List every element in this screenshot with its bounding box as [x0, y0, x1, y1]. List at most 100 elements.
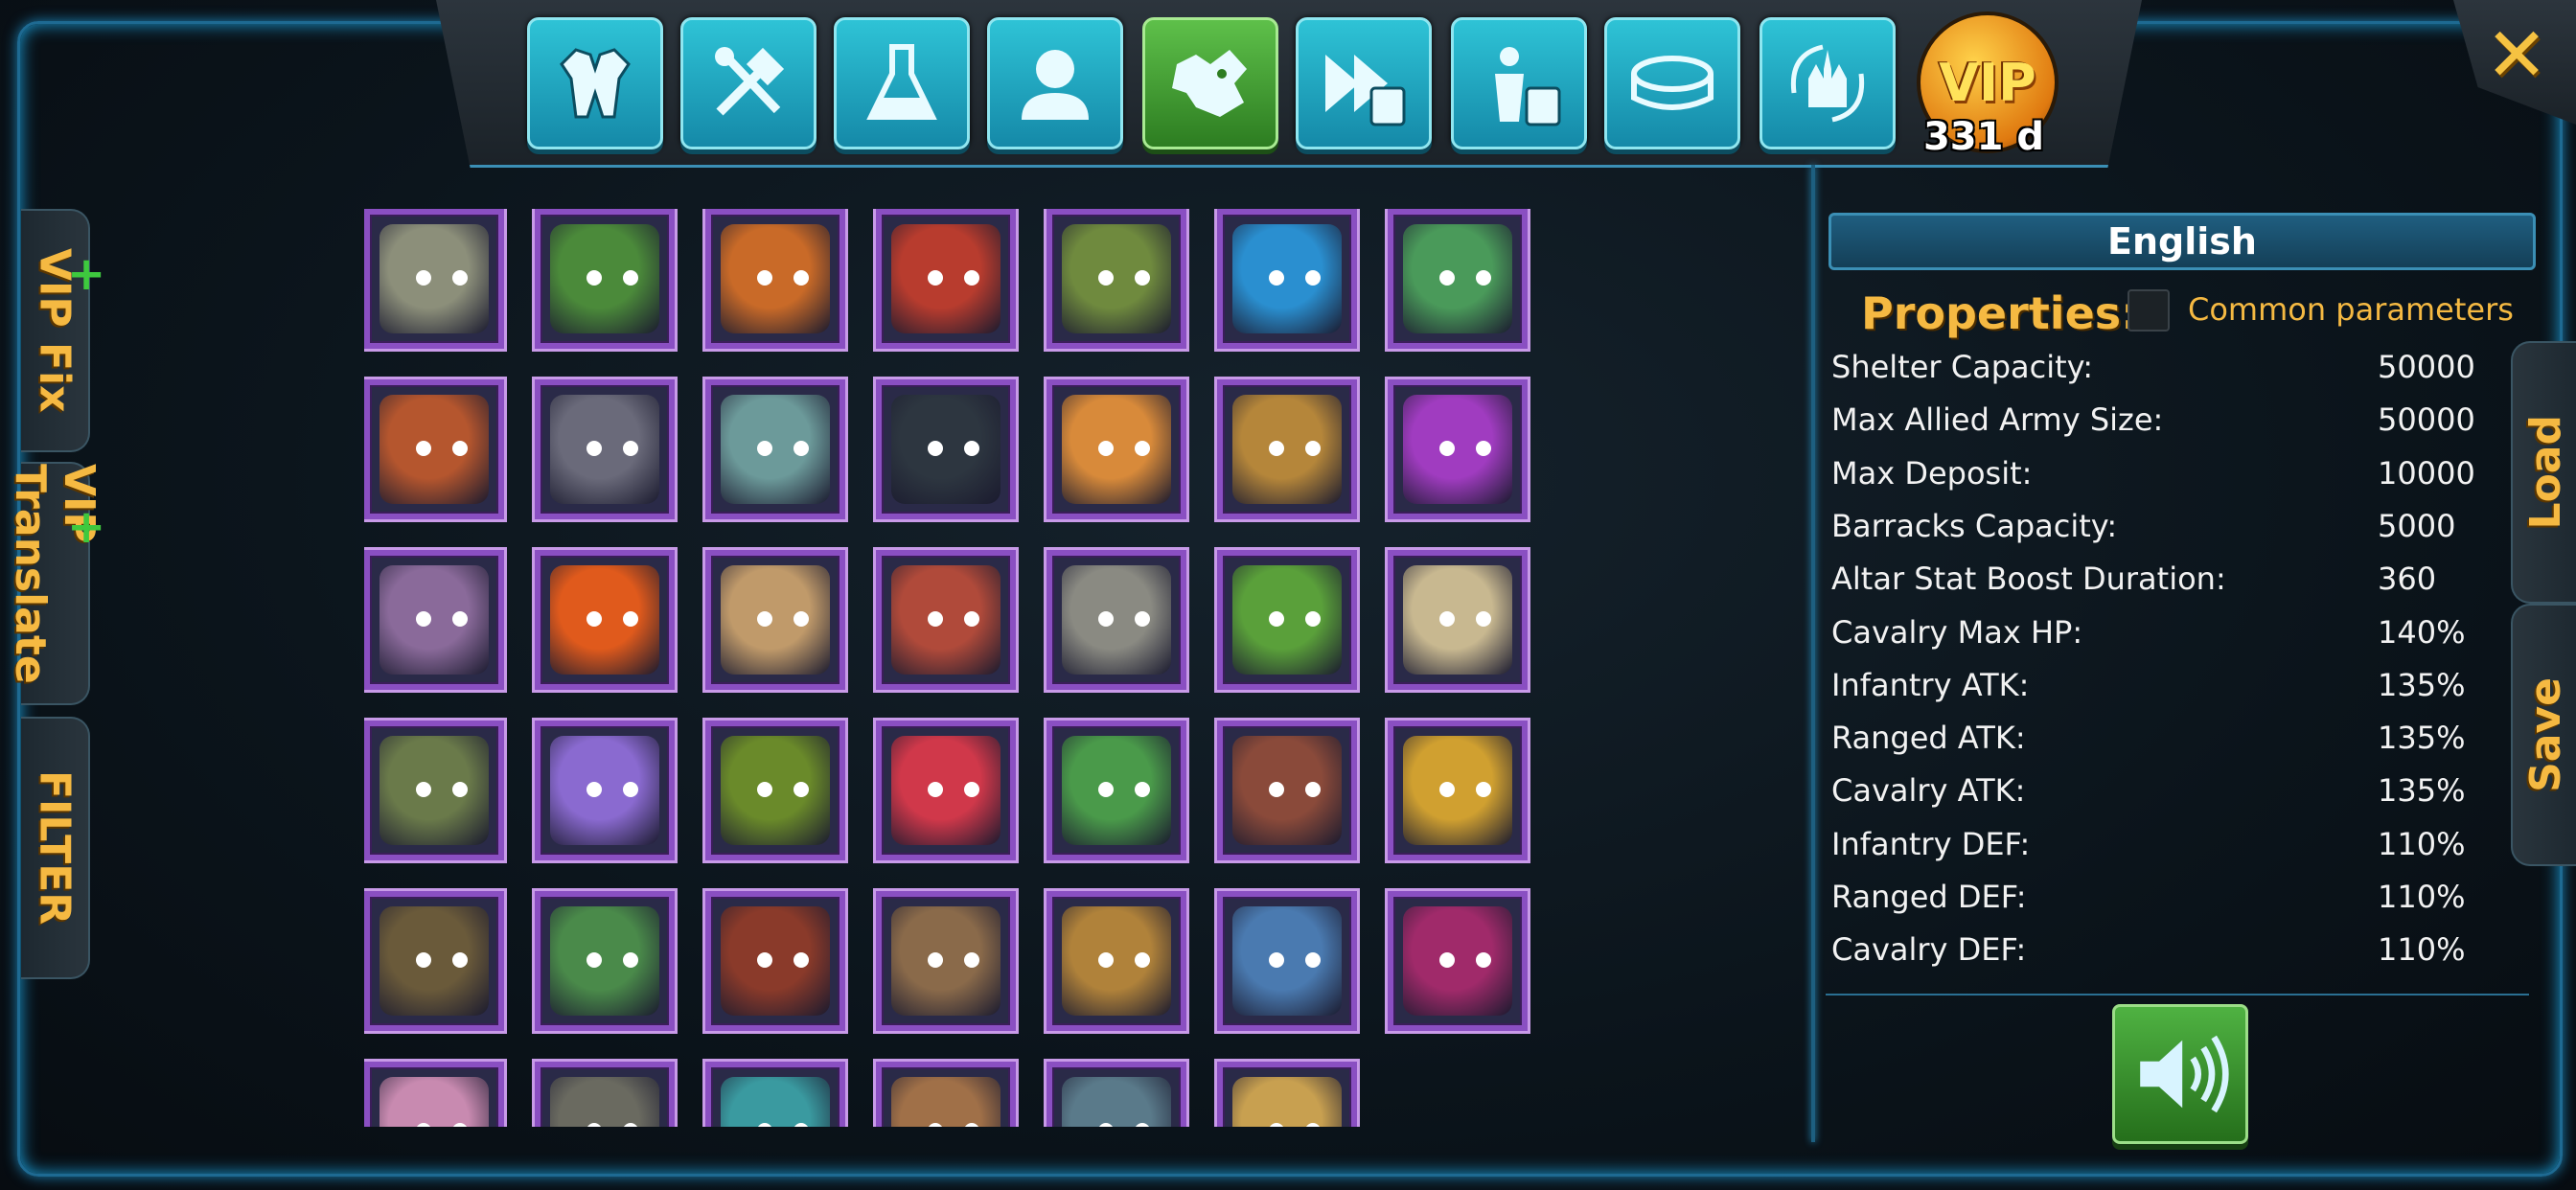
- common-parameters-checkbox[interactable]: [2128, 289, 2170, 332]
- language-selector[interactable]: English: [1828, 213, 2536, 270]
- hero-eye: [928, 441, 943, 456]
- flask-button[interactable]: [834, 17, 970, 149]
- hero-eye: [757, 782, 772, 797]
- arena-button[interactable]: [1604, 17, 1740, 149]
- properties-title: Properties:: [1861, 287, 2139, 339]
- property-value[interactable]: 110%: [2378, 931, 2465, 968]
- hero-eye: [1476, 611, 1491, 627]
- hero-tile[interactable]: [364, 379, 504, 519]
- hero-eye: [1269, 611, 1284, 627]
- hero-tile[interactable]: [876, 550, 1016, 690]
- hero-portrait: [1403, 906, 1512, 1016]
- property-value[interactable]: 110%: [2378, 826, 2465, 862]
- hero-tile[interactable]: [1046, 1062, 1186, 1127]
- hero-tile[interactable]: [876, 891, 1016, 1031]
- hero-tile[interactable]: [535, 891, 675, 1031]
- hero-eye: [1135, 611, 1150, 627]
- hero-tile[interactable]: [364, 891, 504, 1031]
- hero-portrait: [1062, 565, 1171, 675]
- hero-eye: [586, 611, 602, 627]
- hero-tile[interactable]: [1217, 1062, 1357, 1127]
- hero-tile[interactable]: [364, 550, 504, 690]
- hero-portrait: [550, 565, 659, 675]
- hero-tile[interactable]: [705, 1062, 845, 1127]
- property-name: Ranged DEF:: [1831, 879, 2027, 915]
- hero-eye: [757, 1123, 772, 1127]
- property-name: Altar Stat Boost Duration:: [1831, 561, 2226, 598]
- profile-button[interactable]: [987, 17, 1123, 149]
- hero-eye: [1305, 782, 1321, 797]
- beast-button[interactable]: [1142, 17, 1278, 149]
- property-value[interactable]: 10000: [2378, 455, 2475, 492]
- property-value[interactable]: 135%: [2378, 720, 2465, 756]
- hero-eye: [1305, 1123, 1321, 1127]
- armor-icon: [560, 48, 631, 119]
- hero-portrait: [1232, 736, 1342, 845]
- property-name: Max Allied Army Size:: [1831, 401, 2164, 439]
- property-value[interactable]: 110%: [2378, 879, 2465, 915]
- hero-tile[interactable]: [535, 209, 675, 349]
- hero-tile[interactable]: [705, 550, 845, 690]
- hero-tile[interactable]: [535, 379, 675, 519]
- hero-portrait: [1232, 224, 1342, 333]
- hero-tile[interactable]: [1388, 550, 1528, 690]
- property-value[interactable]: 360: [2378, 561, 2436, 597]
- hero-tile[interactable]: [364, 721, 504, 860]
- hero-tile[interactable]: [1388, 379, 1528, 519]
- hero-tile[interactable]: [1217, 891, 1357, 1031]
- hero-tile[interactable]: [705, 379, 845, 519]
- vip-fix-tab[interactable]: VIP Fix: [21, 209, 90, 452]
- sound-button[interactable]: [2112, 1004, 2248, 1144]
- hero-tile[interactable]: [1388, 891, 1528, 1031]
- property-value[interactable]: 140%: [2378, 614, 2465, 651]
- warrior-calc-button[interactable]: [1451, 17, 1587, 149]
- property-value[interactable]: 50000: [2378, 349, 2475, 385]
- hero-tile[interactable]: [876, 1062, 1016, 1127]
- filter-tab[interactable]: FILTER: [21, 717, 90, 979]
- hero-tile[interactable]: [535, 721, 675, 860]
- hero-tile[interactable]: [705, 891, 845, 1031]
- hero-tile[interactable]: [1046, 891, 1186, 1031]
- property-value[interactable]: 50000: [2378, 401, 2475, 438]
- hero-tile[interactable]: [364, 209, 504, 349]
- hero-tile[interactable]: [535, 1062, 675, 1127]
- hero-tile[interactable]: [705, 209, 845, 349]
- property-value[interactable]: 5000: [2378, 508, 2455, 544]
- hero-eye: [1305, 441, 1321, 456]
- hero-tile[interactable]: [1046, 721, 1186, 860]
- hero-tile[interactable]: [1217, 550, 1357, 690]
- property-row: Cavalry DEF: 110%: [1831, 931, 2531, 977]
- hero-portrait: [1232, 1077, 1342, 1127]
- hero-tile[interactable]: [1217, 209, 1357, 349]
- panel-divider: [1811, 165, 1815, 1142]
- hero-tile[interactable]: [364, 1062, 504, 1127]
- hero-tile[interactable]: [1046, 550, 1186, 690]
- hero-tile[interactable]: [535, 550, 675, 690]
- hero-tile[interactable]: [876, 721, 1016, 860]
- hero-portrait: [550, 736, 659, 845]
- armor-button[interactable]: [527, 17, 663, 149]
- hero-tile[interactable]: [876, 379, 1016, 519]
- property-value[interactable]: 135%: [2378, 772, 2465, 809]
- hero-tile[interactable]: [1388, 209, 1528, 349]
- hero-eye: [1098, 782, 1114, 797]
- hero-tile[interactable]: [1217, 721, 1357, 860]
- hero-tile[interactable]: [1046, 379, 1186, 519]
- warrior-calculator-icon: [1495, 47, 1561, 126]
- hero-eye: [452, 270, 468, 286]
- property-row: Shelter Capacity: 50000: [1831, 349, 2531, 395]
- hero-tile[interactable]: [876, 209, 1016, 349]
- hero-tile[interactable]: [1388, 721, 1528, 860]
- property-name: Infantry ATK:: [1831, 666, 2030, 703]
- speed-calc-button[interactable]: [1296, 17, 1432, 149]
- hero-tile[interactable]: [1217, 379, 1357, 519]
- close-button[interactable]: ✕: [2482, 18, 2551, 93]
- castle-swap-button[interactable]: [1760, 17, 1896, 149]
- hero-portrait: [380, 1077, 489, 1127]
- property-value[interactable]: 135%: [2378, 667, 2465, 703]
- tools-button[interactable]: [680, 17, 816, 149]
- vip-translate-tab[interactable]: VIP Translate: [6, 462, 104, 705]
- hero-tile[interactable]: [705, 721, 845, 860]
- hero-tile[interactable]: [1046, 209, 1186, 349]
- property-name: Ranged ATK:: [1831, 720, 2026, 757]
